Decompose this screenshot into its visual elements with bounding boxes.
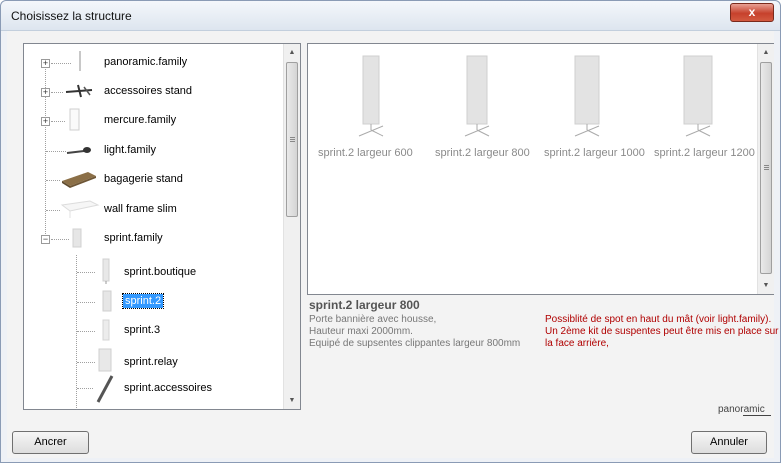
anchor-button[interactable]: Ancrer — [12, 431, 89, 454]
sprint-2-thumbnail-icon — [102, 290, 112, 312]
tree-connector — [77, 302, 95, 303]
tree-scroll-thumb[interactable] — [286, 62, 298, 217]
tree-item-label: sprint.family — [104, 232, 163, 244]
tree-item-light-family[interactable]: light.family — [24, 138, 284, 162]
gallery-item-label: sprint.2 largeur 1000 — [544, 147, 645, 159]
gallery-scrollbar[interactable]: ▲ ▼ — [757, 44, 774, 294]
bagagerie-thumbnail-icon — [62, 172, 96, 188]
detail-note: Possiblité de spot en haut du mât (voir … — [545, 314, 780, 350]
detail-desc-line: Porte bannière avec housse, — [309, 314, 437, 325]
tree-connector — [51, 239, 69, 240]
gallery-scroll-thumb[interactable] — [760, 62, 772, 274]
tree-item-label: sprint.boutique — [124, 266, 197, 278]
tree-scrollbar[interactable]: ▲ ▼ — [283, 44, 300, 409]
wall-frame-thumbnail-icon — [60, 200, 100, 218]
tree-item-panoramic-family[interactable]: + panoramic.family — [24, 50, 284, 74]
tree-item-sprint-relay[interactable]: sprint.relay — [24, 346, 284, 376]
panoramic-thumbnail-icon — [79, 51, 81, 71]
sprint-3-thumbnail-icon — [102, 319, 110, 341]
detail-desc-line: Hauteur maxi 2000mm. — [309, 326, 413, 337]
expand-icon[interactable]: + — [41, 59, 50, 68]
gallery-item[interactable] — [427, 52, 527, 152]
gallery-item[interactable] — [537, 52, 637, 152]
collapse-icon[interactable]: − — [41, 235, 50, 244]
tree-connector — [46, 151, 66, 152]
tree-item-label: panoramic.family — [104, 56, 188, 68]
gallery-item-label: sprint.2 largeur 600 — [318, 147, 413, 159]
tree-connector — [77, 362, 95, 363]
detail-description: Porte bannière avec housse, Hauteur maxi… — [309, 314, 520, 350]
window-title: Choisissez la structure — [11, 9, 132, 23]
tree-item-accessoires-stand[interactable]: + accessoires stand — [24, 79, 284, 103]
product-gallery: sprint.2 largeur 600 sprint.2 largeur 80… — [307, 43, 774, 295]
sprint-relay-thumbnail-icon — [98, 348, 112, 372]
detail-note-line: Un 2ème kit de suspentes peut être mis e… — [545, 326, 779, 337]
gallery-item[interactable] — [321, 52, 421, 152]
light-thumbnail-icon — [66, 147, 91, 154]
mercure-thumbnail-icon — [69, 108, 80, 131]
gallery-item-label: sprint.2 largeur 1200 — [654, 147, 755, 159]
tree-item-label: sprint.3 — [124, 324, 161, 336]
scroll-down-icon[interactable]: ▼ — [758, 277, 774, 294]
banner-stand-icon — [574, 55, 600, 137]
tree-item-sprint-3[interactable]: sprint.3 — [24, 316, 284, 346]
tree-item-mercure-family[interactable]: + mercure.family — [24, 108, 284, 132]
scroll-down-icon[interactable]: ▼ — [284, 392, 300, 409]
tree-connector — [46, 180, 60, 181]
sprint-family-thumbnail-icon — [72, 228, 82, 248]
tree-connector — [77, 272, 95, 273]
detail-title: sprint.2 largeur 800 — [309, 298, 420, 312]
tree-connector — [46, 210, 60, 211]
tree-item-label: sprint.relay — [124, 356, 178, 368]
tree-item-label: accessoires stand — [104, 85, 193, 97]
tree-item-sprint-family[interactable]: − sprint.family — [24, 226, 284, 250]
tree-connector — [77, 388, 93, 389]
banner-stand-icon — [464, 55, 490, 137]
scroll-up-icon[interactable]: ▲ — [284, 44, 300, 61]
sprint-accessoires-thumbnail-icon — [96, 375, 114, 403]
tree-item-label: light.family — [104, 144, 156, 156]
expand-icon[interactable]: + — [41, 117, 50, 126]
tree-item-label: sprint.accessoires — [124, 382, 213, 394]
detail-note-line: la face arrière, — [545, 338, 609, 349]
accessories-thumbnail-icon — [65, 84, 93, 98]
tree-item-label: wall frame slim — [104, 203, 177, 215]
tree-connector — [77, 331, 95, 332]
close-button[interactable]: x — [730, 3, 774, 22]
tree-item-label: bagagerie stand — [104, 173, 183, 185]
gallery-item[interactable] — [648, 52, 748, 152]
logo-underline — [743, 415, 771, 416]
sprint-boutique-thumbnail-icon — [102, 258, 110, 284]
dialog-window: Choisissez la structure x + panoramic.fa… — [0, 0, 781, 463]
expand-icon[interactable]: + — [41, 88, 50, 97]
tree-item-label: mercure.family — [104, 114, 177, 126]
close-icon: x — [748, 5, 756, 19]
brand-logo: panoramic — [718, 404, 765, 415]
tree-item-wall-frame-slim[interactable]: wall frame slim — [24, 197, 284, 221]
scroll-up-icon[interactable]: ▲ — [758, 44, 774, 61]
gallery-item-label: sprint.2 largeur 800 — [435, 147, 530, 159]
structure-tree[interactable]: + panoramic.family + accessoires stand +… — [23, 43, 301, 410]
title-bar: Choisissez la structure x — [1, 1, 780, 31]
detail-desc-line: Equipé de supsentes clippantes largeur 8… — [309, 338, 521, 349]
cancel-button[interactable]: Annuler — [691, 431, 767, 454]
banner-stand-icon — [683, 55, 713, 137]
tree-item-sprint-accessoires[interactable]: sprint.accessoires — [24, 374, 284, 404]
tree-connector — [51, 92, 63, 93]
tree-connector — [51, 63, 71, 64]
tree-connector — [51, 121, 65, 122]
tree-item-sprint-boutique[interactable]: sprint.boutique — [24, 256, 284, 286]
tree-item-bagagerie-stand[interactable]: bagagerie stand — [24, 167, 284, 191]
detail-note-line: Possiblité de spot en haut du mât (voir … — [545, 314, 772, 325]
tree-item-label-selected: sprint.2 — [121, 293, 165, 309]
dialog-body: + panoramic.family + accessoires stand +… — [7, 31, 778, 458]
tree-item-sprint-2[interactable]: sprint.2 — [24, 288, 284, 318]
banner-stand-icon — [358, 55, 384, 137]
